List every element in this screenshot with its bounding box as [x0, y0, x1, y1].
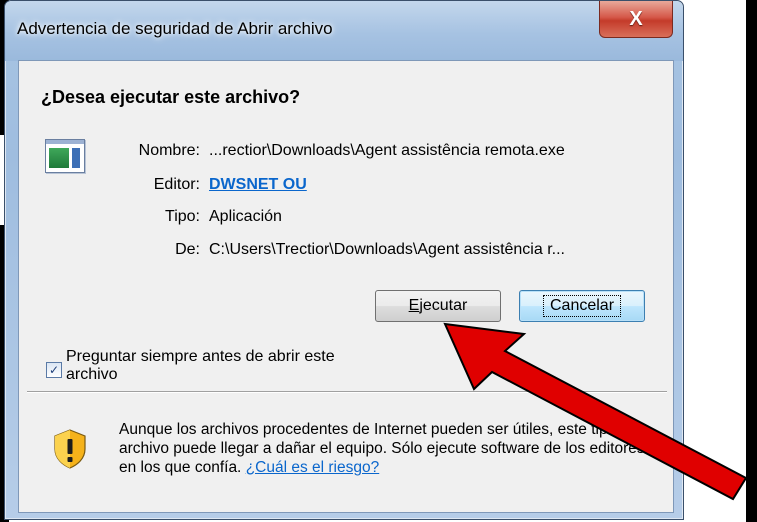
from-label: De: [175, 241, 200, 258]
always-ask-checkbox[interactable]: ✓ [46, 362, 62, 378]
close-icon: X [629, 7, 643, 30]
file-name-value: ...rectior\Downloads\Agent assistência r… [209, 142, 565, 159]
run-button-label: Ejecutar [408, 297, 468, 314]
publisher-link[interactable]: DWSNET OU [209, 176, 307, 194]
warning-text: Aunque los archivos procedentes de Inter… [119, 421, 645, 476]
run-button[interactable]: Ejecutar [375, 290, 501, 322]
divider [27, 391, 667, 393]
warning-message: Aunque los archivos procedentes de Inter… [119, 420, 649, 477]
close-button[interactable]: X [599, 1, 673, 38]
security-warning-dialog: Advertencia de seguridad de Abrir archiv… [4, 0, 684, 520]
window-title: Advertencia de seguridad de Abrir archiv… [17, 19, 333, 38]
dialog-question: ¿Desea ejecutar este archivo? [41, 87, 301, 107]
publisher-label: Editor: [153, 176, 200, 193]
security-shield-icon [54, 429, 86, 469]
type-label: Tipo: [165, 208, 200, 225]
screen-edge-right [746, 0, 757, 522]
dialog-content: ¿Desea ejecutar este archivo? Nombre: ..… [18, 60, 674, 513]
cancel-button-label: Cancelar [542, 295, 622, 317]
from-value: C:\Users\Trectior\Downloads\Agent assist… [209, 241, 565, 258]
always-ask-label[interactable]: Preguntar siempre antes de abrir este ar… [66, 348, 366, 384]
cancel-button[interactable]: Cancelar [519, 290, 645, 322]
risk-link[interactable]: ¿Cuál es el riesgo? [246, 459, 380, 476]
type-value: Aplicación [209, 208, 282, 225]
file-name-label: Nombre: [138, 142, 200, 159]
title-bar[interactable]: Advertencia de seguridad de Abrir archiv… [5, 1, 683, 61]
